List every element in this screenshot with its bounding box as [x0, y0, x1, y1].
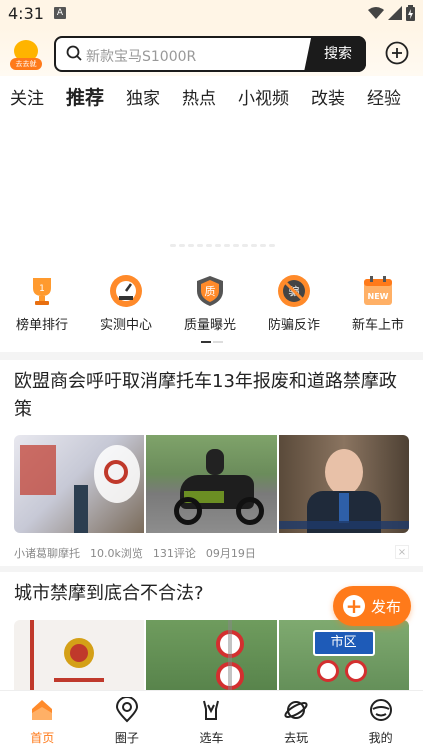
- category-tabs: 关注 推荐 独家 热点 小视频 改装 经验: [0, 78, 423, 114]
- article-image-conference[interactable]: [14, 435, 145, 533]
- notification-a-icon: A: [54, 7, 66, 19]
- tab-experience[interactable]: 经验: [367, 84, 401, 109]
- nav-home[interactable]: 首页: [0, 691, 85, 753]
- top-header: 去去就 新款宝马S1000R 搜索: [0, 28, 423, 76]
- tab-short-video[interactable]: 小视频: [238, 84, 289, 109]
- quick-link-anti-fraud[interactable]: 骗 防骗反诈: [252, 270, 336, 342]
- profile-icon: [369, 699, 392, 721]
- svg-text:质: 质: [205, 285, 216, 298]
- section-divider: [0, 352, 423, 360]
- tab-exclusive[interactable]: 独家: [126, 84, 160, 109]
- status-bar: 4:31 A: [0, 0, 423, 28]
- logo-text: 去去就: [10, 58, 42, 70]
- planet-icon: [284, 701, 308, 719]
- article-image-speaker[interactable]: [278, 435, 409, 533]
- quick-link-label: 新车上市: [351, 318, 404, 333]
- article-image-no-motorcycle-sign[interactable]: [146, 620, 277, 690]
- trophy-icon: 1: [25, 274, 59, 308]
- nav-label: 去玩: [284, 731, 309, 745]
- home-icon: [32, 700, 53, 720]
- nav-community[interactable]: 圈子: [85, 691, 170, 753]
- banner-indicator: [170, 244, 275, 247]
- article-image-motorcycle[interactable]: [146, 435, 277, 533]
- tab-hot[interactable]: 热点: [182, 84, 216, 109]
- quick-link-new-cars[interactable]: NEW 新车上市: [336, 270, 420, 342]
- signal-icon: [388, 6, 402, 20]
- search-bar[interactable]: 新款宝马S1000R 搜索: [54, 36, 366, 72]
- search-button[interactable]: 搜索: [304, 36, 366, 72]
- article-source[interactable]: 小诸葛聊摩托: [14, 545, 80, 561]
- article-views: 10.0k浏览: [90, 547, 143, 560]
- tab-modify[interactable]: 改装: [311, 84, 345, 109]
- article-images[interactable]: [14, 435, 409, 533]
- svg-text:NEW: NEW: [368, 292, 389, 301]
- quick-link-quality[interactable]: 质 质量曝光: [168, 270, 252, 342]
- add-circle-icon[interactable]: [385, 41, 409, 65]
- article-date: 09月19日: [205, 547, 256, 560]
- nav-label: 我的: [368, 731, 393, 745]
- article-comments: 131评论: [152, 547, 196, 560]
- quality-shield-icon: 质: [193, 274, 227, 308]
- search-input[interactable]: 新款宝马S1000R: [86, 46, 196, 66]
- banner-carousel[interactable]: [0, 116, 423, 256]
- section-divider: [0, 566, 423, 572]
- dismiss-icon[interactable]: ×: [395, 545, 409, 559]
- nav-label: 选车: [199, 731, 224, 745]
- nav-profile[interactable]: 我的: [338, 691, 423, 753]
- quick-links-grid: 1 榜单排行 实测中心 质 质量曝光 骗 防骗反诈 NEW 新车上市: [0, 270, 423, 342]
- grid-pager: [201, 341, 223, 343]
- publish-label: 发布: [370, 597, 401, 616]
- wifi-icon: [368, 7, 384, 19]
- app-logo[interactable]: 去去就: [10, 40, 42, 70]
- plus-icon: +: [342, 595, 365, 617]
- quick-link-ranking[interactable]: 1 榜单排行: [0, 270, 84, 342]
- battery-icon: [406, 5, 415, 21]
- road-sign-text: 市区: [312, 630, 375, 656]
- status-icons: [368, 5, 415, 21]
- article-image-emblem[interactable]: [14, 620, 145, 690]
- nav-label: 首页: [30, 731, 55, 745]
- nav-play[interactable]: 去玩: [254, 691, 339, 753]
- article-image-road-sign[interactable]: 市区: [278, 620, 409, 690]
- article-title[interactable]: 欧盟商会呼吁取消摩托车13年报废和道路禁摩政策: [14, 368, 410, 424]
- tab-follow[interactable]: 关注: [10, 84, 44, 109]
- search-icon: [66, 45, 82, 61]
- publish-button[interactable]: + 发布: [333, 586, 411, 626]
- article-images[interactable]: 市区: [14, 620, 409, 690]
- anti-fraud-icon: 骗: [277, 274, 311, 308]
- nav-select-car[interactable]: 选车: [169, 691, 254, 753]
- svg-text:1: 1: [39, 284, 45, 294]
- quick-link-test-center[interactable]: 实测中心: [84, 270, 168, 342]
- select-car-icon: [203, 700, 220, 720]
- quick-link-label: 榜单排行: [15, 318, 68, 333]
- quick-link-label: 防骗反诈: [267, 318, 320, 333]
- status-time: 4:31: [8, 4, 44, 23]
- tab-recommend[interactable]: 推荐: [66, 83, 104, 114]
- nav-label: 圈子: [114, 731, 139, 745]
- article-meta: 小诸葛聊摩托 10.0k浏览 131评论 09月19日: [14, 545, 256, 561]
- speedometer-icon: [109, 274, 143, 308]
- quick-link-label: 质量曝光: [183, 318, 236, 333]
- bottom-nav: 首页 圈子 选车 去玩 我的: [0, 690, 423, 753]
- circle-community-icon: [115, 696, 138, 723]
- quick-link-label: 实测中心: [99, 318, 152, 333]
- new-calendar-icon: NEW: [361, 274, 395, 308]
